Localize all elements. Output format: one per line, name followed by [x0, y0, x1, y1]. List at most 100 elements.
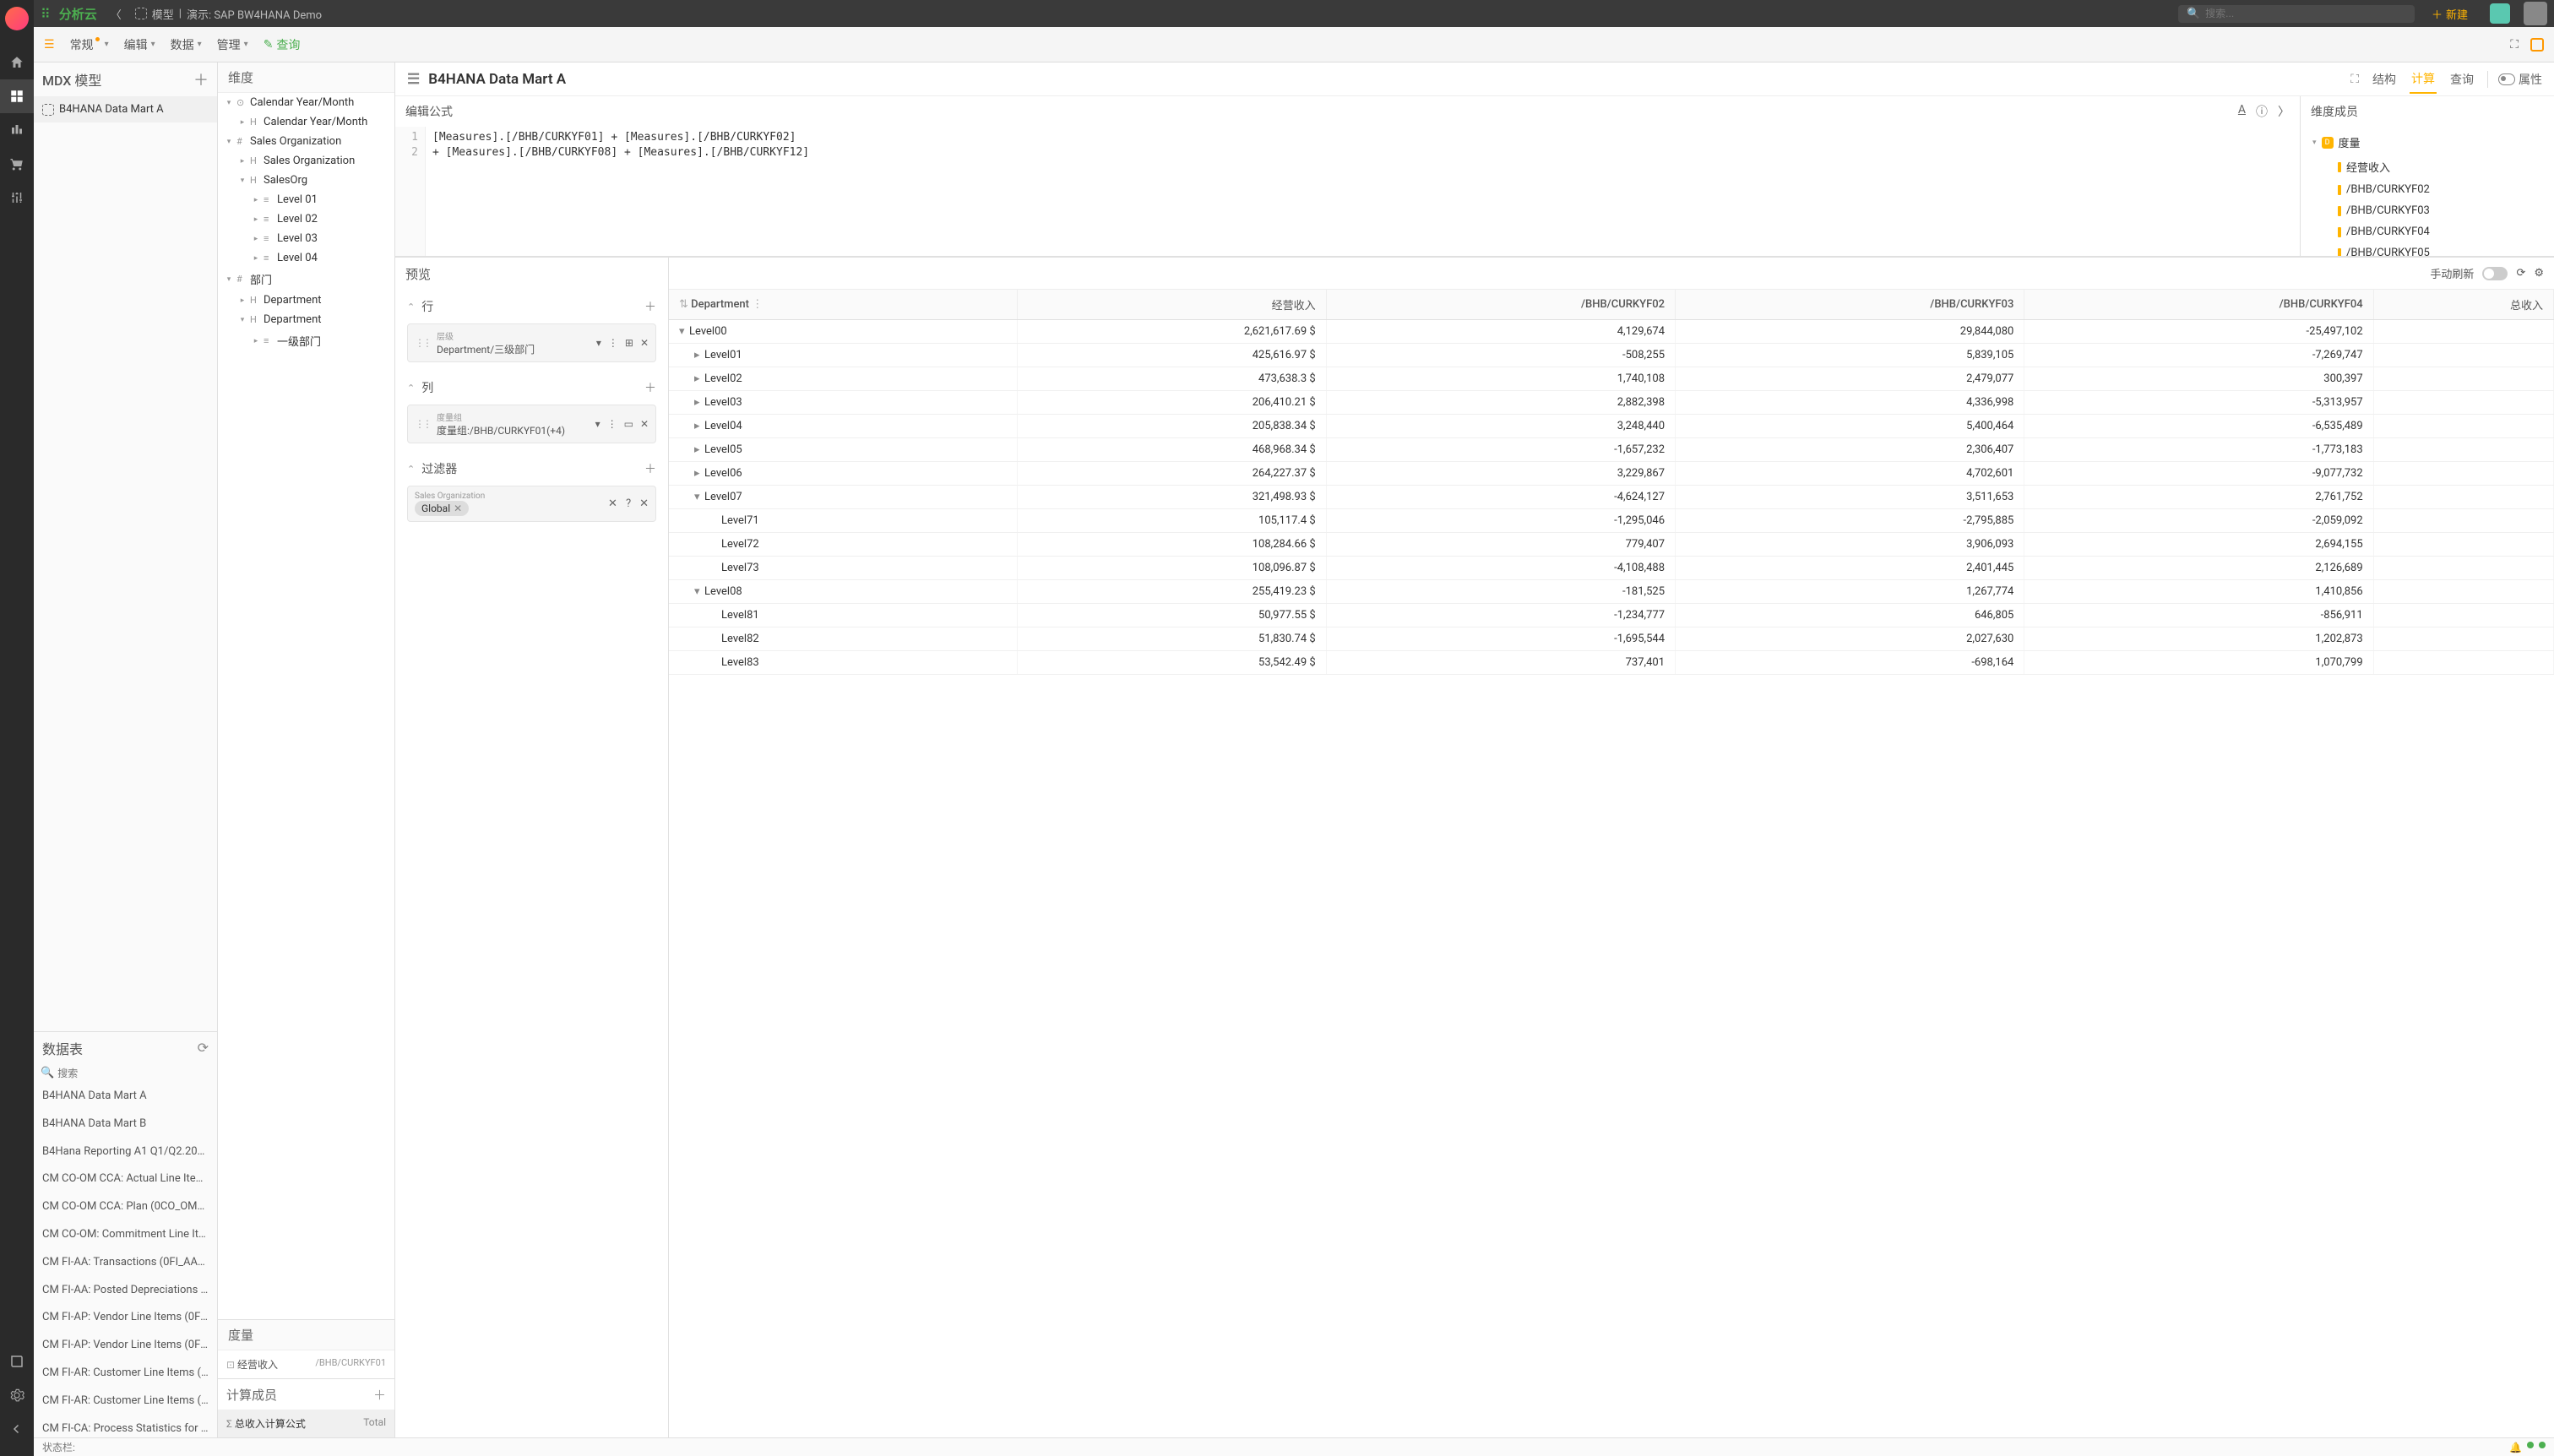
grid-row[interactable]: ▸Level06264,227.37 $3,229,8674,702,601-9…	[669, 462, 2554, 486]
datatable-item[interactable]: CM CO-OM CCA: Actual Line Items (0CO_OM_…	[34, 1165, 217, 1193]
calc-member-item[interactable]: Σ 总收入计算公式 Total	[218, 1410, 394, 1437]
dimension-node[interactable]: ▾#Sales Organization	[218, 132, 394, 151]
rail-settings-icon[interactable]	[0, 1378, 34, 1412]
dimension-node[interactable]: ▸≡Level 01	[218, 190, 394, 209]
help-icon[interactable]: ?	[626, 497, 631, 510]
rail-chart-icon[interactable]	[0, 113, 34, 147]
grid-row[interactable]: ▾Level08255,419.23 $-181,5251,267,7741,4…	[669, 580, 2554, 604]
datatable-item[interactable]: CM FI-AR: Customer Line Items (0FI_AR_30…	[34, 1388, 217, 1415]
grid-column-header[interactable]: /BHB/CURKYF04	[2024, 290, 2373, 320]
rail-collapse-icon[interactable]	[0, 1412, 34, 1446]
dimension-node[interactable]: ▾HDepartment	[218, 310, 394, 329]
drag-icon[interactable]: ⋮⋮	[415, 337, 430, 349]
add-filter-button[interactable]: ＋	[644, 460, 656, 477]
grid-row[interactable]: ▸Level04205,838.34 $3,248,4405,400,464-6…	[669, 415, 2554, 438]
member-item[interactable]: /BHB/CURKYF04	[2301, 221, 2554, 242]
collapse-icon[interactable]: ⌃	[407, 464, 415, 475]
model-item-selected[interactable]: B4HANA Data Mart A	[34, 96, 217, 122]
grid-row[interactable]: Level8150,977.55 $-1,234,777646,805-856,…	[669, 604, 2554, 627]
add-calc-button[interactable]: ＋	[373, 1386, 386, 1404]
datatable-item[interactable]: CM FI-AR: Customer Line Items (0FI_AR_4)	[34, 1360, 217, 1388]
grid-column-header[interactable]: /BHB/CURKYF02	[1326, 290, 1675, 320]
datatable-item[interactable]: CM FI-AP: Vendor Line Items (0FI_AP_30)	[34, 1332, 217, 1360]
rail-cart-icon[interactable]	[0, 147, 34, 181]
tab-query[interactable]: 查询	[2448, 66, 2475, 93]
grid-row[interactable]: ▾Level07321,498.93 $-4,624,1273,511,6532…	[669, 486, 2554, 509]
datatable-item[interactable]: B4HANA Data Mart B	[34, 1111, 217, 1138]
dimension-node[interactable]: ▸HSales Organization	[218, 151, 394, 171]
settings-icon[interactable]: ⚙	[2534, 267, 2544, 280]
dimension-node[interactable]: ▸HDepartment	[218, 291, 394, 310]
grid-row[interactable]: Level71105,117.4 $-1,295,046-2,795,885-2…	[669, 509, 2554, 533]
datatable-item[interactable]: CM FI-CA: Process Statistics for Clarifi…	[34, 1415, 217, 1437]
user-avatar[interactable]	[2524, 2, 2547, 25]
back-icon[interactable]: 〈	[106, 6, 127, 22]
member-item[interactable]: 经营收入	[2301, 155, 2554, 179]
row-chip[interactable]: ⋮⋮ 层级Department/三级部门 ▾⋮⊞✕	[407, 323, 656, 362]
datatable-item[interactable]: CM CO-OM CCA: Plan (0CO_OM_CCA_1)	[34, 1193, 217, 1221]
grid-row[interactable]: ▸Level05468,968.34 $-1,657,2322,306,407-…	[669, 438, 2554, 462]
assistant-icon[interactable]	[2490, 3, 2510, 24]
rail-home-icon[interactable]	[0, 46, 34, 79]
hierarchy-icon[interactable]: ⊞	[625, 337, 633, 349]
table-icon[interactable]: ▭	[624, 418, 633, 430]
close-icon[interactable]: ✕	[639, 497, 649, 510]
datatable-search[interactable]: 🔍	[34, 1063, 217, 1083]
grid-column-header[interactable]: /BHB/CURKYF03	[1676, 290, 2024, 320]
add-col-button[interactable]: ＋	[644, 379, 656, 396]
member-item[interactable]: /BHB/CURKYF03	[2301, 200, 2554, 221]
grid-row[interactable]: ▸Level02473,638.3 $1,740,1082,479,077300…	[669, 367, 2554, 391]
dimension-node[interactable]: ▾⊙Calendar Year/Month	[218, 93, 394, 112]
global-search[interactable]: 🔍	[2178, 5, 2415, 23]
filter-chip[interactable]: Sales Organization Global✕ ✕ ? ✕	[407, 486, 656, 522]
dimension-node[interactable]: ▾HSalesOrg	[218, 171, 394, 190]
help-icon[interactable]: ⓘ	[2256, 103, 2268, 120]
refresh-icon[interactable]: ⟳	[198, 1040, 209, 1056]
measure-row[interactable]: ⊡ 经营收入 /BHB/CURKYF01	[218, 1350, 394, 1378]
member-item[interactable]: /BHB/CURKYF05	[2301, 242, 2554, 256]
toolbar-query[interactable]: ✎查询	[264, 36, 301, 53]
toolbar-edit[interactable]: 编辑▾	[124, 36, 155, 53]
grid-column-header[interactable]: 总收入	[2373, 290, 2553, 320]
toolbar-manage[interactable]: 管理▾	[217, 36, 248, 53]
tab-structure[interactable]: 结构	[2371, 66, 2398, 93]
grid-row[interactable]: Level8353,542.49 $737,401-698,1641,070,7…	[669, 651, 2554, 675]
tab-calc[interactable]: 计算	[2410, 65, 2437, 94]
grid-row[interactable]: ▾Level002,621,617.69 $4,129,67429,844,08…	[669, 320, 2554, 344]
cube-toggle-icon[interactable]	[2530, 38, 2544, 52]
refresh-toggle[interactable]	[2482, 267, 2508, 280]
grid-row[interactable]: ▸Level03206,410.21 $2,882,3984,336,998-5…	[669, 391, 2554, 415]
datatable-item[interactable]: CM CO-OM: Commitment Line Items	[34, 1221, 217, 1249]
collapse-icon[interactable]: ⌃	[407, 302, 415, 312]
datatable-search-input[interactable]	[57, 1068, 210, 1079]
menu-icon[interactable]: ☰	[44, 38, 55, 52]
fullscreen-icon[interactable]: ⛶	[2507, 35, 2522, 55]
close-icon[interactable]: ✕	[640, 418, 649, 430]
collapse-icon[interactable]: ⌃	[407, 383, 415, 394]
toolbar-general[interactable]: 常规▾	[70, 36, 109, 53]
chevron-down-icon[interactable]: ▾	[596, 337, 601, 349]
search-input[interactable]	[2205, 8, 2406, 19]
chevron-down-icon[interactable]: ▾	[595, 418, 600, 430]
dimension-node[interactable]: ▸HCalendar Year/Month	[218, 112, 394, 132]
list-icon[interactable]: ☰	[407, 71, 420, 88]
grid-row[interactable]: Level72108,284.66 $779,4073,906,0932,694…	[669, 533, 2554, 557]
rail-tune-icon[interactable]	[0, 181, 34, 215]
grid-row[interactable]: Level73108,096.87 $-4,108,4882,401,4452,…	[669, 557, 2554, 580]
datatable-item[interactable]: B4HANA Data Mart A	[34, 1083, 217, 1111]
dimension-node[interactable]: ▸≡Level 03	[218, 229, 394, 248]
refresh-button[interactable]: ⟳	[2516, 267, 2525, 280]
grid-column-header[interactable]: 经营收入	[1017, 290, 1326, 320]
format-icon[interactable]: A	[2238, 103, 2246, 120]
rail-grid-icon[interactable]	[0, 79, 34, 113]
attributes-button[interactable]: 属性	[2487, 71, 2542, 88]
close-icon[interactable]: ✕	[608, 497, 617, 510]
expand-icon[interactable]: ⛶	[2350, 73, 2359, 86]
close-icon[interactable]: ✕	[640, 337, 649, 349]
rail-book-icon[interactable]	[0, 1345, 34, 1378]
datatable-item[interactable]: B4Hana Reporting A1 Q1/Q2.2015	[34, 1138, 217, 1166]
expand-editor-icon[interactable]: 〉	[2278, 103, 2290, 120]
grid-column-header[interactable]: ⇅ Department ⋮	[669, 290, 1017, 320]
drag-icon[interactable]: ⋮⋮	[415, 418, 430, 430]
apps-icon[interactable]: ⠿	[41, 6, 51, 22]
